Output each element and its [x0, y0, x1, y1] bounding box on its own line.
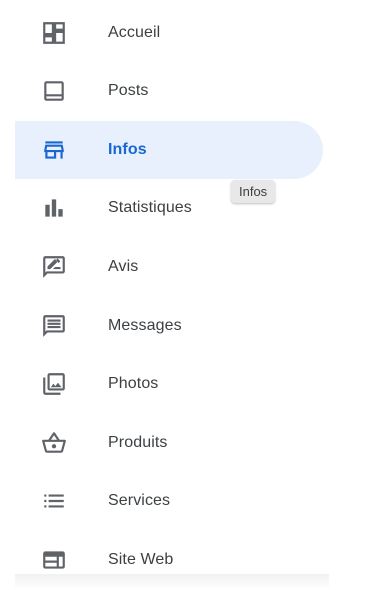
- dashboard-icon: [41, 20, 67, 46]
- bar-chart-icon: [41, 195, 67, 221]
- shopping-basket-icon: [41, 430, 67, 456]
- tooltip: Infos: [231, 180, 276, 203]
- scroll-shadow: [15, 574, 329, 590]
- nav-item-label: Services: [108, 492, 171, 509]
- list-icon: [41, 488, 67, 514]
- nav-item-infos[interactable]: Infos: [15, 121, 323, 179]
- web-icon: [41, 547, 67, 573]
- nav-item-label: Site Web: [108, 551, 174, 568]
- message-icon: [41, 313, 67, 339]
- nav-item-statistiques[interactable]: Statistiques: [15, 179, 323, 237]
- nav-item-label: Infos: [108, 141, 147, 158]
- nav-item-label: Messages: [108, 317, 182, 334]
- nav-item-label: Produits: [108, 434, 168, 451]
- posts-icon: [41, 78, 67, 104]
- nav-item-posts[interactable]: Posts: [15, 62, 323, 120]
- storefront-icon: [41, 137, 67, 163]
- nav-item-label: Statistiques: [108, 199, 192, 216]
- rate-review-icon: [41, 254, 67, 280]
- nav-item-avis[interactable]: Avis: [15, 238, 323, 296]
- nav-item-produits[interactable]: Produits: [15, 414, 323, 472]
- nav-item-messages[interactable]: Messages: [15, 297, 323, 355]
- nav-item-label: Avis: [108, 258, 139, 275]
- nav-item-label: Photos: [108, 375, 159, 392]
- nav-item-label: Accueil: [108, 24, 161, 41]
- nav-item-accueil[interactable]: Accueil: [15, 4, 323, 62]
- nav-item-photos[interactable]: Photos: [15, 355, 323, 413]
- side-navigation: Accueil Posts Infos Statistiques Avis Me…: [0, 0, 384, 590]
- photo-library-icon: [41, 371, 67, 397]
- nav-item-services[interactable]: Services: [15, 472, 323, 530]
- nav-item-label: Posts: [108, 82, 149, 99]
